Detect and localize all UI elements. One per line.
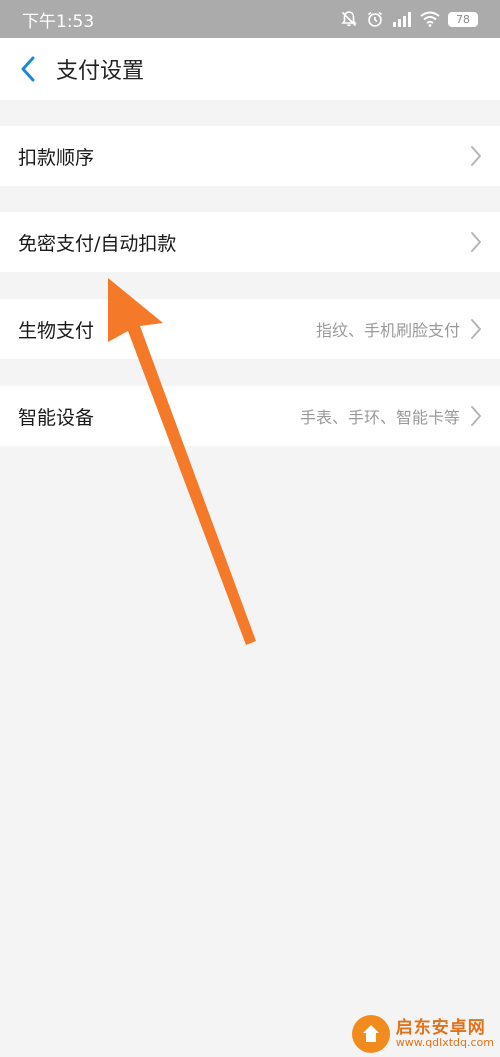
wifi-icon xyxy=(420,11,440,27)
app-header: 支付设置 xyxy=(0,38,500,100)
chevron-right-icon xyxy=(471,232,481,252)
mute-bell-icon xyxy=(341,11,357,27)
watermark: 启东安卓网 www.qdlxtdq.com xyxy=(351,1015,494,1053)
chevron-left-icon xyxy=(21,56,35,82)
settings-item-hint: 手表、手环、智能卡等 xyxy=(299,408,460,427)
watermark-logo-icon xyxy=(351,1015,390,1053)
status-icons: 78 xyxy=(340,10,478,28)
settings-item-deduction-order[interactable]: 扣款顺序 xyxy=(0,126,500,186)
settings-item-label: 智能设备 xyxy=(18,406,95,429)
settings-item-smart-devices[interactable]: 智能设备 手表、手环、智能卡等 xyxy=(0,386,500,446)
alarm-icon xyxy=(368,11,382,27)
signal-hd-icon xyxy=(393,12,411,27)
status-time: 下午1:53 xyxy=(22,11,95,32)
chevron-right-icon xyxy=(471,319,481,339)
settings-item-hint: 指纹、手机刷脸支付 xyxy=(315,321,460,340)
chevron-right-icon xyxy=(471,146,481,166)
chevron-right-icon xyxy=(471,406,481,426)
settings-item-label: 免密支付/自动扣款 xyxy=(18,232,177,255)
page-title: 支付设置 xyxy=(56,59,145,84)
watermark-url: www.qdlxtdq.com xyxy=(395,1036,494,1050)
battery-icon: 78 xyxy=(448,11,478,27)
settings-item-password-free-payment[interactable]: 免密支付/自动扣款 xyxy=(0,212,500,272)
settings-item-label: 扣款顺序 xyxy=(18,146,95,169)
settings-item-biometric-payment[interactable]: 生物支付 指纹、手机刷脸支付 xyxy=(0,299,500,359)
back-button[interactable] xyxy=(0,38,56,100)
watermark-name: 启东安卓网 xyxy=(395,1017,486,1038)
settings-item-label: 生物支付 xyxy=(18,319,95,342)
status-bar: 下午1:53 78 xyxy=(0,0,500,38)
